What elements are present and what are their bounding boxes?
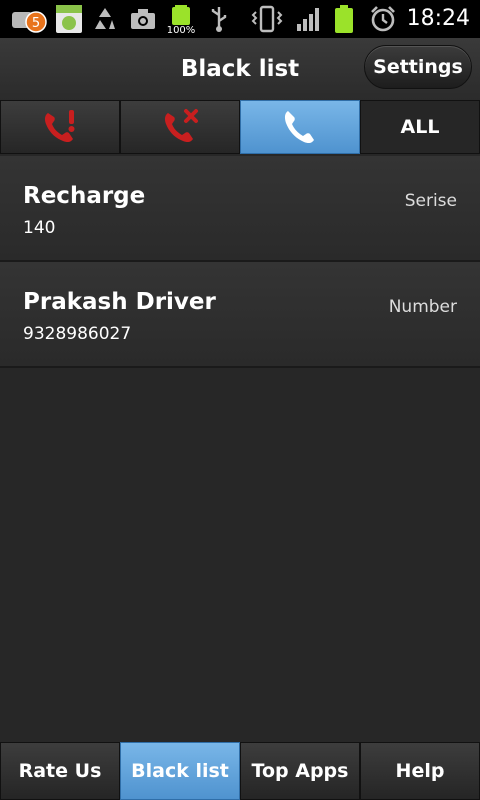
top-apps-button[interactable]: Top Apps	[240, 742, 360, 800]
entry-type: Serise	[404, 191, 457, 211]
notification-count: 5	[32, 16, 40, 31]
list-item[interactable]: Prakash Driver 9328986027 Number	[0, 262, 480, 368]
tab-all-label: ALL	[400, 116, 440, 138]
signal-icon	[294, 4, 322, 34]
settings-button[interactable]: Settings	[364, 45, 472, 89]
battery-percent-label: 100%	[167, 25, 196, 34]
call-filter-tabs: ALL	[0, 100, 480, 154]
tab-missed-calls[interactable]	[0, 100, 120, 154]
usb-icon	[206, 4, 232, 34]
battery-100-icon: 100%	[166, 4, 196, 34]
vibrate-icon	[250, 4, 284, 34]
entry-name: Recharge	[23, 183, 146, 209]
rate-us-button[interactable]: Rate Us	[0, 742, 120, 800]
help-button[interactable]: Help	[360, 742, 480, 800]
camera-icon	[128, 4, 158, 34]
entry-number: 9328986027	[23, 324, 132, 344]
status-bar: 5 100% 18:24	[0, 0, 480, 38]
entry-type: Number	[388, 297, 457, 317]
tab-calls[interactable]	[240, 100, 360, 154]
tab-rejected-calls[interactable]	[120, 100, 240, 154]
android-market-icon	[54, 4, 84, 34]
rejected-call-icon	[164, 109, 198, 143]
title-bar: Black list Settings	[0, 38, 480, 100]
list-item[interactable]: Recharge 140 Serise	[0, 156, 480, 262]
tab-all[interactable]: ALL	[360, 100, 480, 154]
entry-number: 140	[23, 218, 56, 238]
missed-call-alert-icon	[44, 110, 75, 143]
phone-icon	[284, 111, 314, 144]
blacklist-list: Recharge 140 Serise Prakash Driver 93289…	[0, 156, 480, 368]
black-list-button[interactable]: Black list	[120, 742, 240, 800]
bottom-nav: Rate Us Black list Top Apps Help	[0, 742, 480, 800]
app-screen: 5 100% 18:24 Black list Settings ALL Rec…	[0, 0, 480, 800]
battery-icon	[332, 4, 356, 34]
alarm-icon	[368, 4, 398, 34]
notification-badge-icon: 5	[8, 4, 50, 34]
clock-time: 18:24	[406, 6, 470, 31]
recycle-icon	[90, 4, 120, 34]
entry-name: Prakash Driver	[23, 289, 216, 315]
